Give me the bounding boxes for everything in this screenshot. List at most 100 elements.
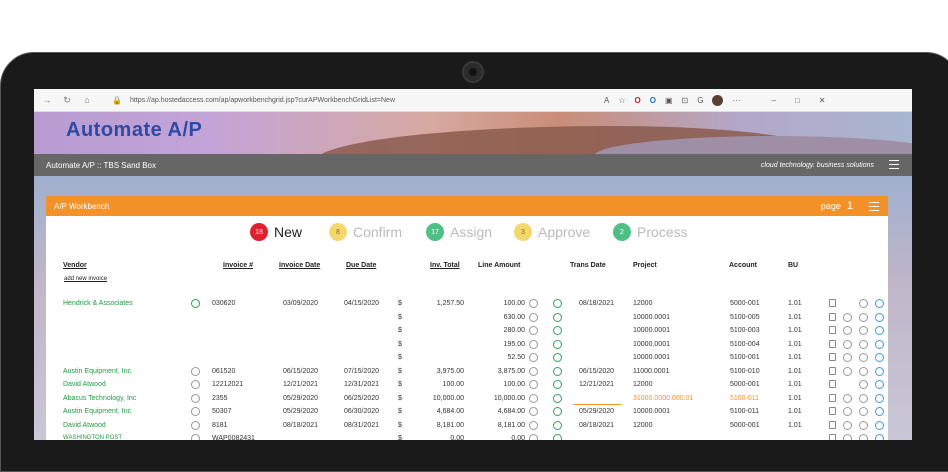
cell-vendor[interactable]: David Atwood bbox=[63, 381, 106, 388]
add-line-icon[interactable] bbox=[875, 434, 884, 440]
remove-line-icon[interactable] bbox=[859, 299, 868, 308]
note-icon[interactable] bbox=[829, 420, 836, 429]
cell-vendor[interactable]: David Atwood bbox=[63, 422, 106, 429]
home-icon[interactable]: ⌂ bbox=[80, 95, 94, 105]
vendor-status-icon[interactable] bbox=[191, 380, 200, 389]
outlook-extension-icon[interactable]: O bbox=[650, 96, 656, 105]
step-process[interactable]: 2 Process bbox=[613, 223, 688, 241]
cell-vendor[interactable]: Abacus Technology, Inc bbox=[63, 395, 136, 402]
line-status-icon[interactable] bbox=[553, 420, 562, 430]
note-icon[interactable] bbox=[829, 339, 836, 348]
minimize-icon[interactable]: – bbox=[771, 96, 775, 105]
vendor-status-icon[interactable] bbox=[191, 434, 200, 440]
split-icon[interactable] bbox=[843, 339, 852, 349]
col-invoice[interactable]: Invoice # bbox=[223, 262, 253, 269]
line-detail-icon[interactable] bbox=[529, 312, 538, 322]
remove-line-icon[interactable] bbox=[859, 393, 868, 403]
col-due-date[interactable]: Due Date bbox=[346, 262, 376, 269]
add-line-icon[interactable] bbox=[875, 393, 884, 403]
cell-vendor[interactable]: Austin Equipment, Inc bbox=[63, 368, 131, 375]
cell-vendor[interactable]: WASHINGTON POST bbox=[63, 435, 122, 440]
add-line-icon[interactable] bbox=[875, 326, 884, 335]
line-detail-icon[interactable] bbox=[529, 407, 538, 416]
profile-avatar[interactable] bbox=[712, 95, 724, 106]
split-icon[interactable] bbox=[843, 312, 852, 322]
note-icon[interactable] bbox=[829, 299, 836, 307]
remove-line-icon[interactable] bbox=[859, 420, 868, 430]
col-invoice-date[interactable]: Invoice Date bbox=[279, 262, 320, 269]
add-line-icon[interactable] bbox=[875, 380, 884, 389]
address-bar[interactable]: https://ap.hostedaccess.com/ap/apworkben… bbox=[130, 97, 395, 104]
line-detail-icon[interactable] bbox=[529, 366, 538, 376]
note-icon[interactable] bbox=[829, 312, 836, 321]
remove-line-icon[interactable] bbox=[859, 366, 868, 376]
note-icon[interactable] bbox=[829, 366, 836, 375]
line-status-icon[interactable] bbox=[553, 353, 562, 362]
note-icon[interactable] bbox=[829, 434, 836, 440]
remove-line-icon[interactable] bbox=[859, 326, 868, 335]
line-status-icon[interactable] bbox=[553, 407, 562, 416]
step-assign[interactable]: 17 Assign bbox=[426, 223, 492, 241]
reload-icon[interactable]: ↻ bbox=[60, 95, 74, 106]
remove-line-icon[interactable] bbox=[859, 339, 868, 349]
opera-extension-icon[interactable]: O bbox=[635, 96, 641, 105]
note-icon[interactable] bbox=[829, 326, 836, 334]
forward-icon[interactable]: → bbox=[40, 95, 54, 105]
split-icon[interactable] bbox=[843, 393, 852, 403]
remove-line-icon[interactable] bbox=[859, 434, 868, 440]
vendor-status-icon[interactable] bbox=[191, 393, 200, 403]
add-line-icon[interactable] bbox=[875, 407, 884, 416]
add-line-icon[interactable] bbox=[875, 312, 884, 322]
vendor-status-icon[interactable] bbox=[191, 407, 200, 416]
remove-line-icon[interactable] bbox=[859, 353, 868, 362]
line-detail-icon[interactable] bbox=[529, 299, 538, 308]
line-detail-icon[interactable] bbox=[529, 380, 538, 389]
cell-vendor[interactable]: Austin Equipment, Inc bbox=[63, 408, 131, 415]
line-status-icon[interactable] bbox=[553, 380, 562, 389]
note-icon[interactable] bbox=[829, 353, 836, 361]
add-line-icon[interactable] bbox=[875, 299, 884, 308]
split-icon[interactable] bbox=[843, 434, 852, 440]
vendor-status-icon[interactable] bbox=[191, 420, 200, 430]
line-detail-icon[interactable] bbox=[529, 420, 538, 430]
step-approve[interactable]: 3 Approve bbox=[514, 223, 590, 241]
more-icon[interactable]: ··· bbox=[732, 96, 740, 105]
cell-vendor[interactable]: Hendrick & Associates bbox=[63, 300, 133, 307]
split-icon[interactable] bbox=[843, 366, 852, 376]
vendor-status-icon[interactable] bbox=[191, 366, 200, 376]
line-status-icon[interactable] bbox=[553, 299, 562, 308]
favorites-icon[interactable]: ☆ bbox=[618, 96, 625, 105]
note-icon[interactable] bbox=[829, 380, 836, 388]
remove-line-icon[interactable] bbox=[859, 407, 868, 416]
refresh-extension-icon[interactable]: G bbox=[697, 96, 703, 105]
remove-line-icon[interactable] bbox=[859, 380, 868, 389]
trans-date-input[interactable] bbox=[573, 403, 621, 405]
collections-icon[interactable]: ⊡ bbox=[682, 96, 689, 105]
read-aloud-icon[interactable]: A bbox=[604, 96, 609, 105]
split-icon[interactable] bbox=[843, 420, 852, 430]
line-detail-icon[interactable] bbox=[529, 393, 538, 403]
add-new-invoice-link[interactable]: add new invoice bbox=[64, 276, 107, 282]
line-status-icon[interactable] bbox=[553, 312, 562, 322]
line-status-icon[interactable] bbox=[553, 339, 562, 349]
split-icon[interactable] bbox=[843, 407, 852, 416]
line-detail-icon[interactable] bbox=[529, 339, 538, 349]
panel-menu-icon[interactable] bbox=[869, 202, 879, 211]
add-line-icon[interactable] bbox=[875, 339, 884, 349]
vendor-status-icon[interactable] bbox=[191, 299, 200, 308]
line-detail-icon[interactable] bbox=[529, 353, 538, 362]
add-line-icon[interactable] bbox=[875, 420, 884, 430]
col-vendor[interactable]: Vendor bbox=[63, 262, 87, 269]
menu-icon[interactable] bbox=[889, 160, 899, 169]
split-icon[interactable] bbox=[843, 326, 852, 335]
line-status-icon[interactable] bbox=[553, 434, 562, 440]
remove-line-icon[interactable] bbox=[859, 312, 868, 322]
line-status-icon[interactable] bbox=[553, 326, 562, 335]
line-detail-icon[interactable] bbox=[529, 326, 538, 335]
split-icon[interactable] bbox=[843, 353, 852, 362]
line-status-icon[interactable] bbox=[553, 393, 562, 403]
step-new[interactable]: 18 New bbox=[250, 223, 302, 241]
note-icon[interactable] bbox=[829, 407, 836, 415]
line-detail-icon[interactable] bbox=[529, 434, 538, 440]
page-number[interactable]: 1 bbox=[847, 200, 853, 212]
